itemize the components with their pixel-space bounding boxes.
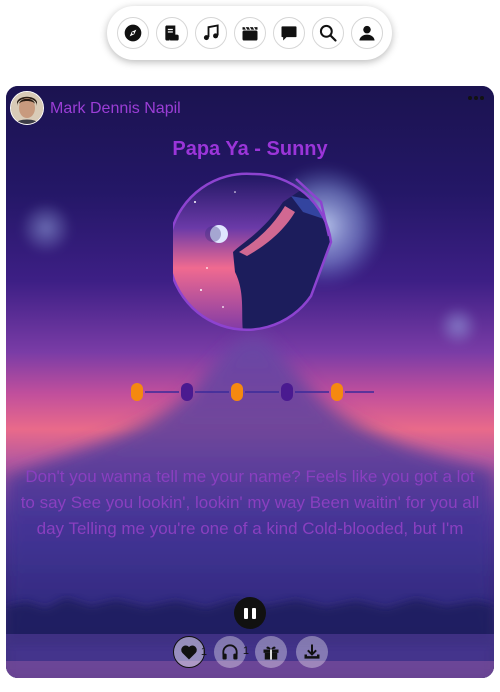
author-name[interactable]: Mark Dennis Napil [50,100,181,118]
music-note-icon [203,24,219,41]
top-navigation [107,6,392,60]
user-icon [359,25,374,41]
step-dot[interactable] [231,383,243,401]
avatar-photo [11,92,43,124]
listen-button[interactable]: 1 [214,636,249,668]
playback-step-indicator [131,383,374,401]
step-dot[interactable] [281,383,293,401]
nav-music-button[interactable] [194,17,227,49]
song-lyrics: Don't you wanna tell me your name? Feels… [20,467,480,538]
download-button[interactable] [296,636,328,668]
author-avatar[interactable] [10,91,44,125]
nav-search-button[interactable] [311,17,344,49]
download-icon [304,644,320,659]
heart-icon [181,645,197,660]
nav-explore-button[interactable] [116,17,149,49]
listen-count: 1 [242,645,249,657]
like-button[interactable]: 1 [173,636,207,668]
gift-icon [263,646,279,660]
song-title: Papa Ya - Sunny [172,138,328,160]
more-dots-icon[interactable] [468,96,484,100]
scroll-icon [164,25,179,41]
pause-button[interactable] [234,597,266,629]
compass-icon [124,24,141,42]
nav-videos-button[interactable] [233,17,266,49]
search-icon [319,24,337,42]
clapperboard-icon [242,26,257,41]
like-count: 1 [200,646,207,658]
pause-icon-bar [244,607,248,619]
post-actions: 1 1 [173,636,328,668]
music-post-card: Mark Dennis Napil Papa Ya - Sunny Don't … [6,86,494,678]
nav-messages-button[interactable] [272,17,305,49]
album-art-disc[interactable] [173,172,333,332]
chat-bubble-icon [281,26,296,41]
gift-button[interactable] [255,636,287,668]
step-dot[interactable] [131,383,143,401]
step-dot[interactable] [331,383,343,401]
nav-profile-button[interactable] [350,17,383,49]
headphones-icon [222,644,238,660]
pause-icon-bar [252,607,256,619]
step-dot[interactable] [181,383,193,401]
nav-feed-button[interactable] [155,17,188,49]
